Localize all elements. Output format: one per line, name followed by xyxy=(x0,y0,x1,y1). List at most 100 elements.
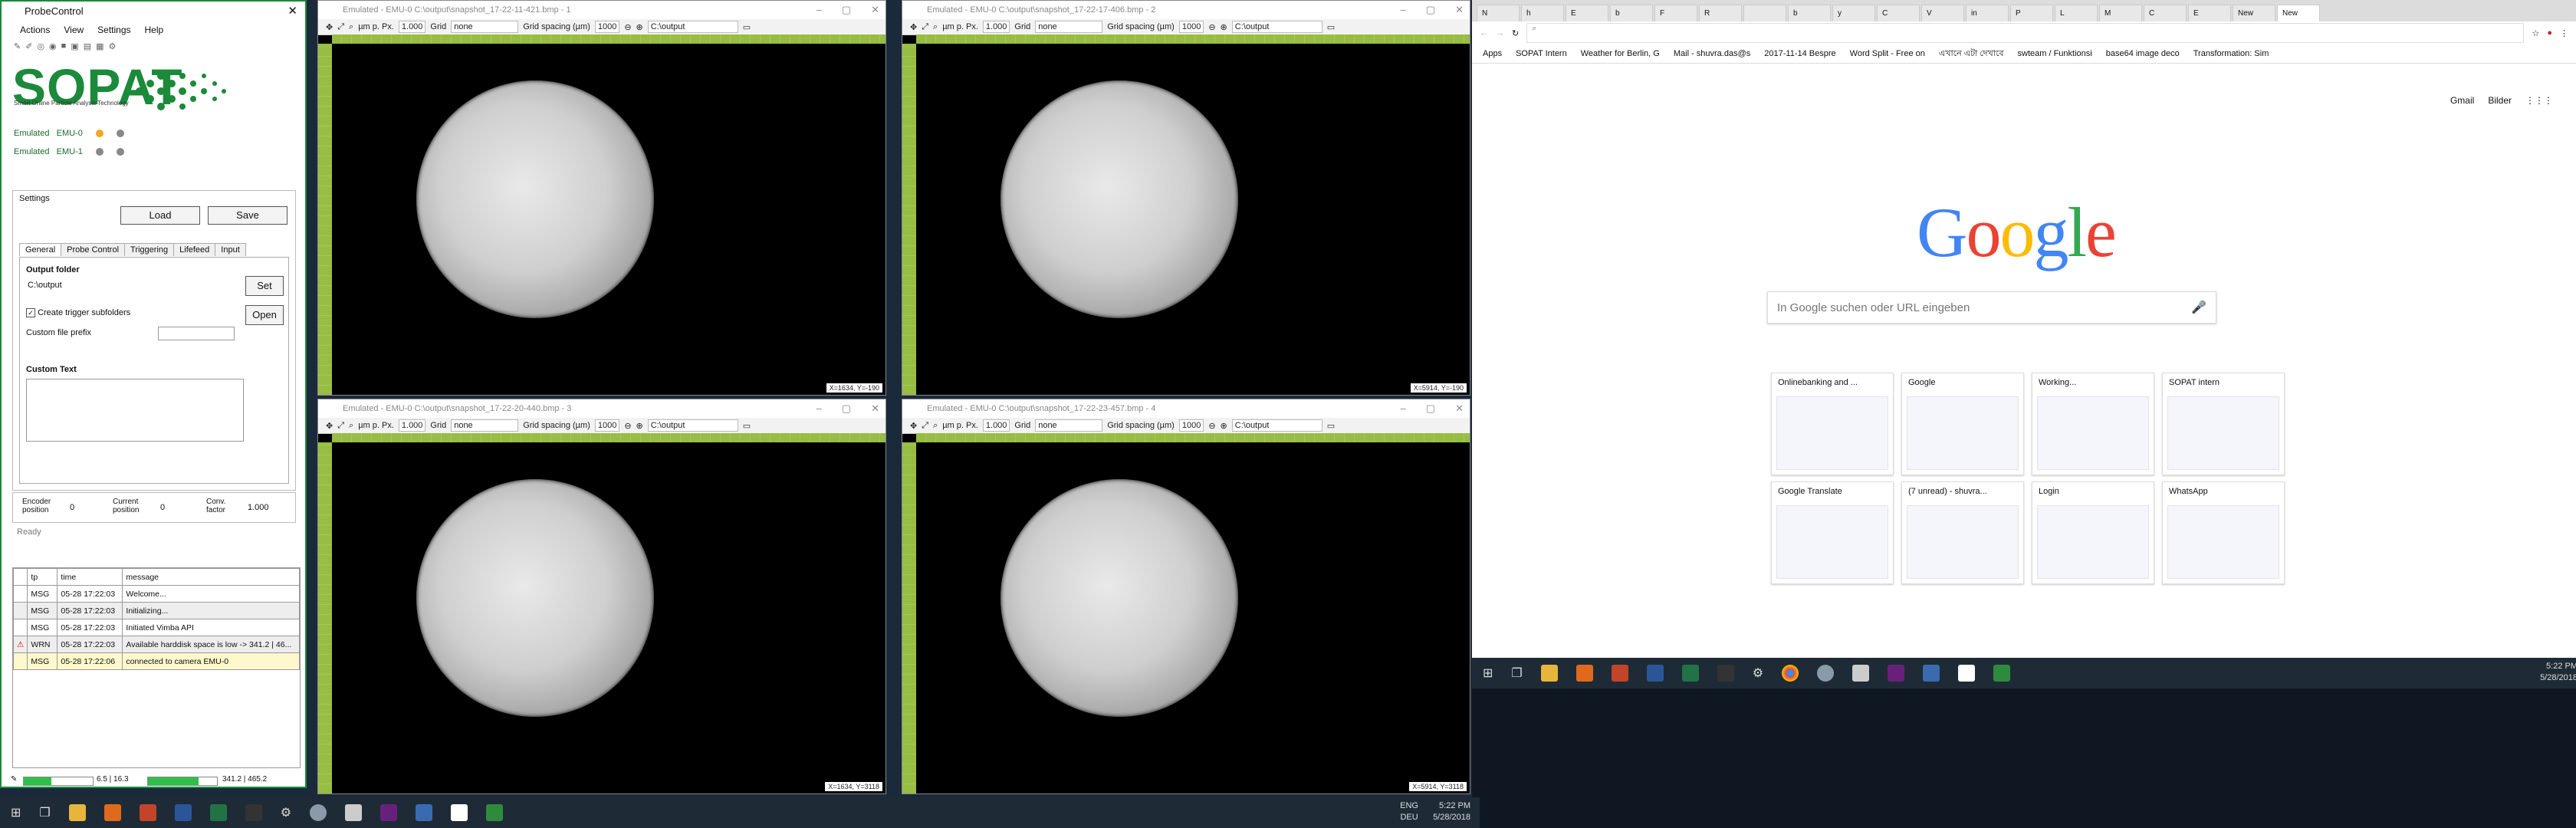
visual-studio-icon[interactable] xyxy=(380,804,398,821)
grid-spacing-input[interactable]: 1000 xyxy=(594,21,620,33)
close-icon[interactable]: ✕ xyxy=(871,1,879,19)
fit-icon[interactable]: ⤢ xyxy=(922,421,928,431)
zoom-out-icon[interactable]: ⊖ xyxy=(1208,421,1215,431)
browser-tab[interactable]: E xyxy=(1566,5,1608,21)
browser-tab[interactable]: E xyxy=(2188,5,2231,21)
bookmark-item[interactable]: Transformation: Sim xyxy=(2193,49,2269,58)
powerpoint-icon[interactable] xyxy=(1611,665,1628,682)
menu-icon[interactable]: ⋮ xyxy=(2560,28,2568,38)
visual-studio-icon[interactable] xyxy=(1888,665,1905,682)
camera-row-emu0[interactable]: Emulated EMU-0 xyxy=(14,129,125,138)
extension-icon[interactable]: ● xyxy=(2547,28,2552,38)
forward-icon[interactable]: → xyxy=(1496,28,1504,38)
zoom-in-icon[interactable]: ⊕ xyxy=(1221,22,1227,32)
shortcut-tile[interactable]: Working... xyxy=(2032,373,2154,475)
windows-start-icon[interactable]: ⊞ xyxy=(1483,665,1493,681)
open-button[interactable]: Open xyxy=(245,305,284,325)
calculator-icon[interactable] xyxy=(1852,665,1870,682)
browser-tab[interactable]: C xyxy=(1877,5,1920,21)
output-path-input[interactable]: C:\output xyxy=(1231,419,1322,432)
file-explorer-icon[interactable] xyxy=(1540,665,1558,682)
browser-tab[interactable]: b xyxy=(1788,5,1831,21)
move-icon[interactable]: ✥ xyxy=(910,22,917,32)
gmail-link[interactable]: Gmail xyxy=(2450,95,2474,106)
file-explorer-icon[interactable] xyxy=(68,804,86,821)
table-row[interactable]: ⚠ WRN 05-28 17:22:03 Available harddisk spa… xyxy=(12,636,300,653)
document-icon[interactable] xyxy=(451,804,468,821)
grid-icon[interactable]: ▦ xyxy=(96,41,104,51)
maximize-icon[interactable]: ▢ xyxy=(1426,399,1435,418)
browser-tab[interactable]: h xyxy=(1521,5,1564,21)
browser-tab[interactable]: R xyxy=(1699,5,1742,21)
load-button[interactable]: Load xyxy=(120,206,200,225)
close-icon[interactable]: ✕ xyxy=(288,2,297,21)
menu-actions[interactable]: Actions xyxy=(20,21,50,38)
shortcut-tile[interactable]: Google xyxy=(1901,373,2024,475)
custom-text-area[interactable] xyxy=(26,379,244,442)
probecontrol-taskbar-icon[interactable] xyxy=(486,804,504,821)
browser-tab[interactable]: b xyxy=(1610,5,1653,21)
language-indicator[interactable]: ENG DEU xyxy=(1400,800,1418,823)
bookmark-item[interactable]: Apps xyxy=(1483,49,1502,58)
shortcut-tile[interactable]: SOPAT intern xyxy=(2162,373,2285,475)
clock[interactable]: 5:22 PM 5/28/2018 xyxy=(2540,661,2576,684)
microphone-icon[interactable]: 🎤 xyxy=(2191,300,2206,315)
grid-select[interactable]: none xyxy=(451,21,519,33)
powerpoint-icon[interactable] xyxy=(139,804,156,821)
output-path-input[interactable]: C:\output xyxy=(1231,21,1322,33)
outlook-icon[interactable] xyxy=(1576,665,1593,682)
fit-icon[interactable]: ⤢ xyxy=(337,22,344,32)
minimize-icon[interactable]: – xyxy=(1401,1,1406,19)
folder-icon[interactable]: ▭ xyxy=(1327,22,1335,32)
zoom-in-icon[interactable]: ⊕ xyxy=(636,22,643,32)
zoom-icon[interactable]: ⌕ xyxy=(349,22,353,32)
excel-icon[interactable] xyxy=(1681,665,1699,682)
bookmark-item[interactable]: swteam / Funktionsi xyxy=(2018,49,2092,58)
bookmark-item[interactable]: Mail - shuvra.das@s xyxy=(1674,49,1750,58)
task-view-icon[interactable]: ❐ xyxy=(39,805,50,820)
shortcut-tile[interactable]: Login xyxy=(2032,481,2154,584)
bookmark-item[interactable]: এখানে এটা দেখাবে xyxy=(1939,47,2004,61)
unit-input[interactable]: 1.000 xyxy=(398,21,426,33)
shortcut-tile[interactable]: (7 unread) - shuvra... xyxy=(1901,481,2024,584)
zoom-out-icon[interactable]: ⊖ xyxy=(624,421,631,431)
zoom-icon[interactable]: ⌕ xyxy=(349,421,353,431)
browser-tab[interactable]: F xyxy=(1654,5,1697,21)
target-icon[interactable]: ◎ xyxy=(37,41,44,51)
browser-tab[interactable]: y xyxy=(1832,5,1875,21)
close-icon[interactable]: ✕ xyxy=(871,399,879,418)
zoom-in-icon[interactable]: ⊕ xyxy=(636,421,643,431)
capture-icon[interactable]: ▣ xyxy=(71,41,78,51)
grid-select[interactable]: none xyxy=(1035,419,1103,432)
menu-settings[interactable]: Settings xyxy=(97,21,130,38)
clock[interactable]: 5:22 PM 5/28/2018 xyxy=(1433,800,1470,823)
menu-view[interactable]: View xyxy=(64,21,84,38)
tab-triggering[interactable]: Triggering xyxy=(124,243,175,256)
edit-icon[interactable]: ✐ xyxy=(25,41,32,51)
move-icon[interactable]: ✥ xyxy=(910,421,917,431)
task-view-icon[interactable]: ❐ xyxy=(1511,665,1522,681)
browser-tab[interactable]: in xyxy=(1966,5,2009,21)
tab-lifefeed[interactable]: Lifefeed xyxy=(173,243,216,256)
zoom-in-icon[interactable]: ⊕ xyxy=(1221,421,1227,431)
output-path-input[interactable]: C:\output xyxy=(647,419,738,432)
app-icon[interactable] xyxy=(310,804,327,821)
custom-prefix-input[interactable] xyxy=(158,327,235,340)
grid-select[interactable]: none xyxy=(1035,21,1103,33)
gear-icon[interactable]: ⚙ xyxy=(109,41,117,51)
unit-input[interactable]: 1.000 xyxy=(982,21,1010,33)
grid-spacing-input[interactable]: 1000 xyxy=(1178,21,1204,33)
probecontrol-taskbar-icon[interactable] xyxy=(1993,665,2011,682)
word-icon[interactable] xyxy=(1646,665,1664,682)
table-row[interactable]: MSG 05-28 17:22:03 Initializing... xyxy=(12,602,300,619)
close-icon[interactable]: ✕ xyxy=(1455,399,1464,418)
pencil-icon[interactable]: ✎ xyxy=(14,41,21,51)
move-icon[interactable]: ✥ xyxy=(326,421,333,431)
grid-spacing-input[interactable]: 1000 xyxy=(594,419,620,432)
create-trigger-checkbox-row[interactable]: ✓ Create trigger subfolders xyxy=(26,308,130,317)
unit-input[interactable]: 1.000 xyxy=(982,419,1010,432)
browser-tab[interactable]: V xyxy=(1921,5,1964,21)
back-icon[interactable]: ← xyxy=(1480,28,1488,38)
folder-icon[interactable]: ▭ xyxy=(743,421,751,431)
google-search-box[interactable]: 🎤 xyxy=(1767,291,2216,324)
